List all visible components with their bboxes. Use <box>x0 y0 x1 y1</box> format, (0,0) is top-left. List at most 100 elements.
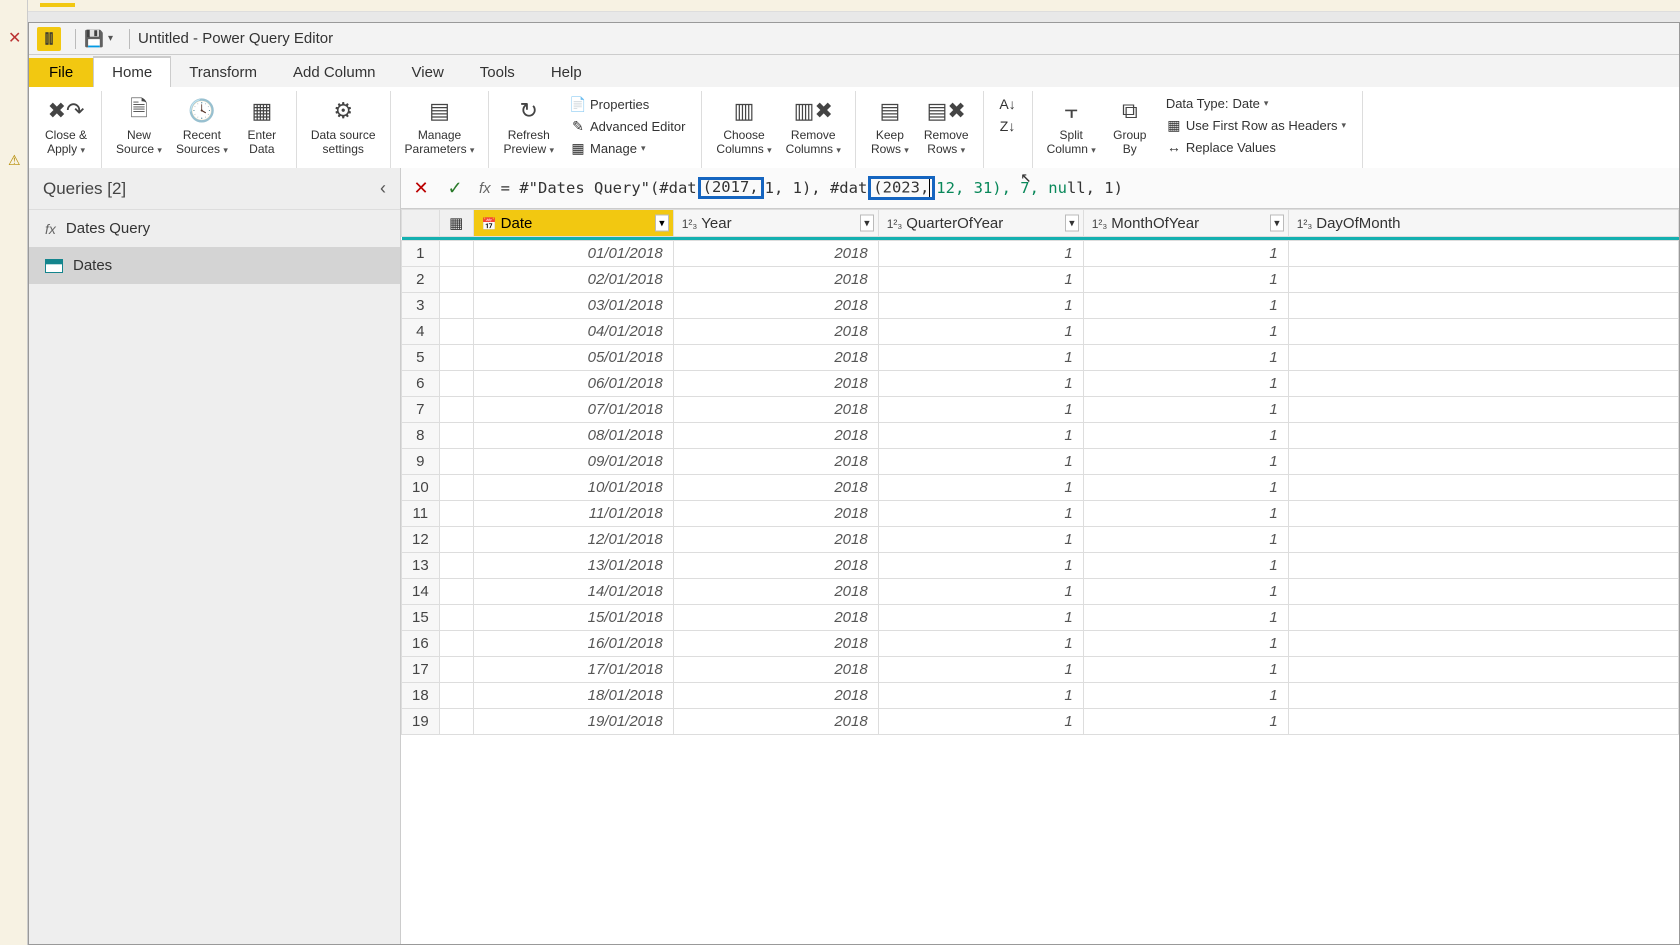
cell-date[interactable]: 05/01/2018 <box>473 345 673 371</box>
cell-quarter[interactable]: 1 <box>878 579 1083 605</box>
cell-day[interactable] <box>1288 319 1678 345</box>
cell-quarter[interactable]: 1 <box>878 241 1083 267</box>
cell-year[interactable]: 2018 <box>673 709 878 735</box>
cell-day[interactable] <box>1288 527 1678 553</box>
properties-button[interactable]: 📄Properties <box>568 95 651 113</box>
cell-month[interactable]: 1 <box>1083 579 1288 605</box>
cell-quarter[interactable]: 1 <box>878 397 1083 423</box>
cell-month[interactable]: 1 <box>1083 345 1288 371</box>
cell-month[interactable]: 1 <box>1083 657 1288 683</box>
table-row[interactable]: 707/01/2018201811 <box>402 397 1679 423</box>
tab-transform[interactable]: Transform <box>171 58 275 87</box>
data-source-settings-button[interactable]: ⚙Data source settings <box>305 93 382 159</box>
cell-day[interactable] <box>1288 449 1678 475</box>
cell-day[interactable] <box>1288 501 1678 527</box>
query-item-dates-query[interactable]: fx Dates Query <box>29 210 400 247</box>
cell-day[interactable] <box>1288 579 1678 605</box>
remove-columns-button[interactable]: ▥✖Remove Columns ▾ <box>780 93 847 159</box>
qat-dropdown[interactable]: ▾ <box>108 33 113 44</box>
table-row[interactable]: 1616/01/2018201811 <box>402 631 1679 657</box>
cell-year[interactable]: 2018 <box>673 241 878 267</box>
data-type-dropdown[interactable]: Data Type: Date ▾ <box>1164 95 1271 112</box>
cell-year[interactable]: 2018 <box>673 449 878 475</box>
col-dropdown[interactable]: ▾ <box>1270 215 1284 232</box>
cell-date[interactable]: 07/01/2018 <box>473 397 673 423</box>
cell-month[interactable]: 1 <box>1083 293 1288 319</box>
cell-date[interactable]: 15/01/2018 <box>473 605 673 631</box>
advanced-editor-button[interactable]: ✎Advanced Editor <box>568 117 687 135</box>
cell-day[interactable] <box>1288 241 1678 267</box>
cell-year[interactable]: 2018 <box>673 683 878 709</box>
cell-quarter[interactable]: 1 <box>878 501 1083 527</box>
close-apply-button[interactable]: ✖↷ Close & Apply ▾ <box>39 93 93 159</box>
replace-values-button[interactable]: ↔Replace Values <box>1164 138 1278 156</box>
cell-date[interactable]: 02/01/2018 <box>473 267 673 293</box>
table-row[interactable]: 303/01/2018201811 <box>402 293 1679 319</box>
cell-quarter[interactable]: 1 <box>878 553 1083 579</box>
formula-commit-button[interactable]: ✓ <box>441 174 469 202</box>
cell-quarter[interactable]: 1 <box>878 267 1083 293</box>
col-header-date[interactable]: 📅Date▾ <box>473 210 673 237</box>
table-row[interactable]: 606/01/2018201811 <box>402 371 1679 397</box>
cell-month[interactable]: 1 <box>1083 423 1288 449</box>
table-row[interactable]: 1313/01/2018201811 <box>402 553 1679 579</box>
cell-quarter[interactable]: 1 <box>878 449 1083 475</box>
cell-date[interactable]: 11/01/2018 <box>473 501 673 527</box>
first-row-headers-button[interactable]: ▦Use First Row as Headers ▾ <box>1164 116 1348 134</box>
col-header-month[interactable]: 1²₃MonthOfYear▾ <box>1083 210 1288 237</box>
group-by-button[interactable]: ⧉Group By <box>1104 93 1156 159</box>
cell-quarter[interactable]: 1 <box>878 475 1083 501</box>
cell-year[interactable]: 2018 <box>673 527 878 553</box>
table-row[interactable]: 202/01/2018201811 <box>402 267 1679 293</box>
cell-quarter[interactable]: 1 <box>878 371 1083 397</box>
cell-quarter[interactable]: 1 <box>878 423 1083 449</box>
cell-month[interactable]: 1 <box>1083 397 1288 423</box>
cell-day[interactable] <box>1288 631 1678 657</box>
cell-quarter[interactable]: 1 <box>878 319 1083 345</box>
cell-day[interactable] <box>1288 553 1678 579</box>
enter-data-button[interactable]: ▦Enter Data <box>236 93 288 159</box>
tab-add-column[interactable]: Add Column <box>275 58 394 87</box>
sort-asc-button[interactable]: A↓ <box>998 95 1018 113</box>
cell-date[interactable]: 12/01/2018 <box>473 527 673 553</box>
table-row[interactable]: 1111/01/2018201811 <box>402 501 1679 527</box>
cell-date[interactable]: 03/01/2018 <box>473 293 673 319</box>
col-header-day[interactable]: 1²₃DayOfMonth <box>1288 210 1678 237</box>
cell-month[interactable]: 1 <box>1083 605 1288 631</box>
cell-day[interactable] <box>1288 371 1678 397</box>
cell-year[interactable]: 2018 <box>673 423 878 449</box>
cell-quarter[interactable]: 1 <box>878 605 1083 631</box>
cell-month[interactable]: 1 <box>1083 449 1288 475</box>
cell-date[interactable]: 14/01/2018 <box>473 579 673 605</box>
cell-year[interactable]: 2018 <box>673 293 878 319</box>
cell-date[interactable]: 19/01/2018 <box>473 709 673 735</box>
cell-day[interactable] <box>1288 475 1678 501</box>
cell-quarter[interactable]: 1 <box>878 657 1083 683</box>
cell-month[interactable]: 1 <box>1083 501 1288 527</box>
keep-rows-button[interactable]: ▤Keep Rows ▾ <box>864 93 916 159</box>
cell-quarter[interactable]: 1 <box>878 683 1083 709</box>
cell-date[interactable]: 16/01/2018 <box>473 631 673 657</box>
cell-day[interactable] <box>1288 657 1678 683</box>
tab-home[interactable]: Home <box>93 56 171 87</box>
cell-date[interactable]: 13/01/2018 <box>473 553 673 579</box>
col-dropdown[interactable]: ▾ <box>1065 215 1079 232</box>
cell-quarter[interactable]: 1 <box>878 527 1083 553</box>
formula-input[interactable]: = #"Dates Query"(#dat (2017, 1, 1), #dat… <box>501 176 1123 200</box>
col-dropdown[interactable]: ▾ <box>860 215 874 232</box>
tab-help[interactable]: Help <box>533 58 600 87</box>
tab-file[interactable]: File <box>29 58 93 87</box>
split-column-button[interactable]: ⫟Split Column ▾ <box>1041 93 1102 159</box>
cell-year[interactable]: 2018 <box>673 501 878 527</box>
table-row[interactable]: 404/01/2018201811 <box>402 319 1679 345</box>
cell-year[interactable]: 2018 <box>673 553 878 579</box>
table-row[interactable]: 1010/01/2018201811 <box>402 475 1679 501</box>
table-row[interactable]: 505/01/2018201811 <box>402 345 1679 371</box>
cell-year[interactable]: 2018 <box>673 371 878 397</box>
cell-date[interactable]: 04/01/2018 <box>473 319 673 345</box>
table-row[interactable]: 1919/01/2018201811 <box>402 709 1679 735</box>
table-row[interactable]: 1212/01/2018201811 <box>402 527 1679 553</box>
choose-columns-button[interactable]: ▥Choose Columns ▾ <box>710 93 777 159</box>
cell-month[interactable]: 1 <box>1083 683 1288 709</box>
tab-view[interactable]: View <box>394 58 462 87</box>
